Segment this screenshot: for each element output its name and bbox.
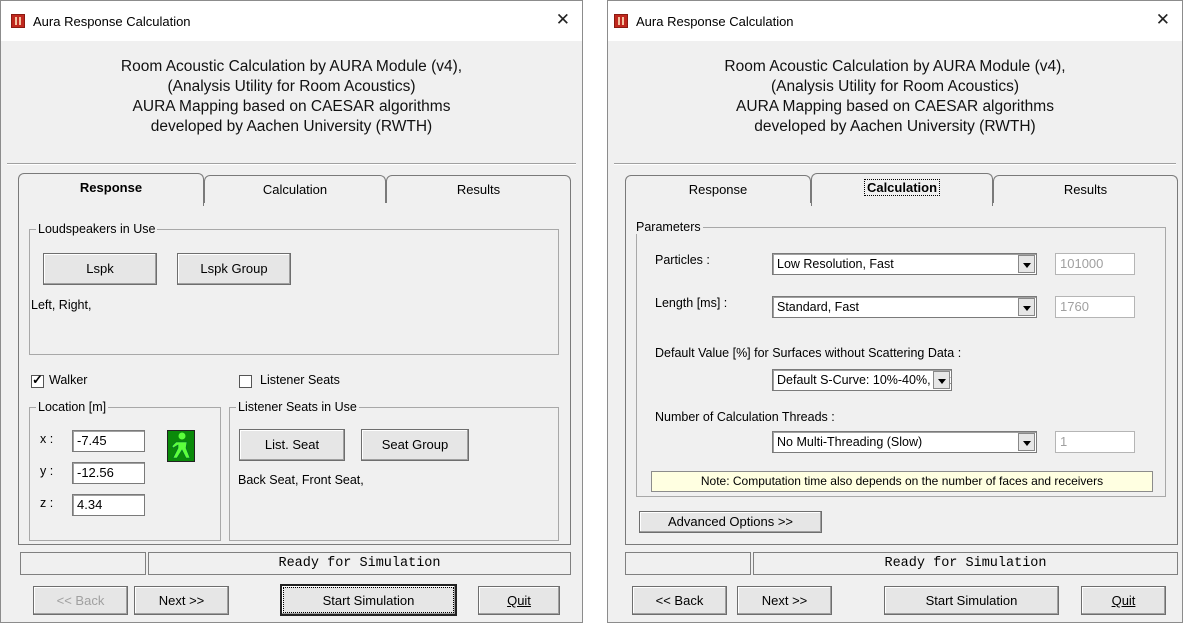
back-button[interactable]: << Back	[33, 586, 128, 615]
seat-group-button[interactable]: Seat Group	[361, 429, 469, 461]
walker-label: Walker	[49, 373, 88, 387]
status-box-left	[20, 552, 146, 575]
loudspeaker-list: Left, Right,	[31, 298, 92, 312]
dialog-left: Aura Response Calculation ✕ Room Acousti…	[0, 0, 583, 623]
length-select[interactable]: Standard, Fast	[772, 296, 1037, 318]
next-button[interactable]: Next >>	[134, 586, 229, 615]
divider	[614, 163, 1176, 165]
next-button[interactable]: Next >>	[737, 586, 832, 615]
scatter-label: Default Value [%] for Surfaces without S…	[655, 346, 962, 360]
start-simulation-button[interactable]: Start Simulation	[884, 586, 1059, 615]
particles-count: 101000	[1055, 253, 1135, 275]
tab-calculation-label: Calculation	[863, 179, 941, 196]
chevron-down-icon[interactable]	[933, 371, 950, 389]
y-label: y :	[40, 464, 54, 478]
threads-count: 1	[1055, 431, 1135, 453]
lspk-button[interactable]: Lspk	[43, 253, 157, 285]
walker-icon[interactable]	[167, 430, 195, 462]
status-text: Ready for Simulation	[278, 556, 441, 571]
location-group: Location [m] x : -7.45 y : -12.56 z : 4.…	[29, 400, 221, 541]
threads-select[interactable]: No Multi-Threading (Slow)	[772, 431, 1037, 453]
threads-value: No Multi-Threading (Slow)	[777, 435, 923, 449]
chevron-down-icon[interactable]	[1018, 255, 1035, 273]
x-label: x :	[40, 432, 54, 446]
window-title: Aura Response Calculation	[636, 14, 794, 29]
parameters-group: Parameters Particles : Low Resolution, F…	[634, 220, 1166, 497]
group-label: Location [m]	[36, 400, 109, 414]
lspk-group-button[interactable]: Lspk Group	[177, 253, 291, 285]
listener-seats-checkbox[interactable]	[239, 375, 252, 388]
advanced-options-label: Advanced Options >>	[667, 514, 794, 529]
group-label: Listener Seats in Use	[236, 400, 359, 414]
header-line: Room Acoustic Calculation by AURA Module…	[724, 58, 1066, 75]
title-bar: Aura Response Calculation ✕	[608, 1, 1182, 41]
particles-select[interactable]: Low Resolution, Fast	[772, 253, 1037, 275]
quit-button[interactable]: Quit	[478, 586, 560, 615]
scatter-select[interactable]: Default S-Curve: 10%-40%, 1 kHz Cross	[772, 369, 952, 391]
seat-list: Back Seat, Front Seat,	[238, 473, 364, 487]
header-line: (Analysis Utility for Room Acoustics)	[770, 78, 1020, 95]
tab-results[interactable]: Results	[386, 175, 571, 203]
title-bar: Aura Response Calculation ✕	[1, 1, 582, 41]
quit-label: Quit	[1111, 593, 1136, 608]
app-icon	[614, 14, 628, 28]
header-line: (Analysis Utility for Room Acoustics)	[167, 78, 416, 95]
quit-label: Quit	[507, 593, 531, 608]
chevron-down-icon[interactable]	[1018, 433, 1035, 451]
x-field[interactable]: -7.45	[72, 430, 145, 452]
tab-calculation[interactable]: Calculation	[811, 173, 993, 206]
walking-man-icon	[171, 432, 191, 459]
walker-checkbox[interactable]: ✓	[31, 372, 44, 388]
window-title: Aura Response Calculation	[33, 14, 191, 29]
particles-label: Particles :	[655, 253, 710, 267]
app-icon	[11, 14, 25, 28]
tab-results[interactable]: Results	[993, 175, 1178, 203]
start-simulation-button[interactable]: Start Simulation	[280, 584, 457, 616]
quit-button[interactable]: Quit	[1081, 586, 1166, 615]
listener-seats-group: Listener Seats in Use List. Seat Seat Gr…	[229, 400, 559, 541]
close-icon[interactable]: ✕	[556, 10, 570, 30]
back-button[interactable]: << Back	[632, 586, 727, 615]
dialog-right: Aura Response Calculation ✕ Room Acousti…	[607, 0, 1183, 623]
header-line: developed by Aachen University (RWTH)	[754, 118, 1036, 135]
tab-calculation[interactable]: Calculation	[204, 175, 386, 203]
group-label: Loudspeakers in Use	[36, 222, 158, 236]
group-label: Parameters	[634, 220, 703, 234]
length-value: Standard, Fast	[777, 300, 859, 314]
z-label: z :	[40, 496, 54, 510]
header-line: Room Acoustic Calculation by AURA Module…	[120, 58, 463, 75]
note-banner: Note: Computation time also depends on t…	[651, 471, 1153, 492]
tab-panel: Parameters Particles : Low Resolution, F…	[625, 202, 1178, 545]
y-field[interactable]: -12.56	[72, 462, 145, 484]
loudspeakers-group: Loudspeakers in Use Lspk Lspk Group Left…	[29, 222, 559, 355]
tab-panel: Loudspeakers in Use Lspk Lspk Group Left…	[18, 202, 571, 545]
scatter-value: Default S-Curve: 10%-40%, 1 kHz Cross	[777, 373, 951, 387]
particles-value: Low Resolution, Fast	[777, 257, 894, 271]
tab-response[interactable]: Response	[625, 175, 811, 203]
header-line: AURA Mapping based on CAESAR algorithms	[736, 98, 1054, 115]
status-text: Ready for Simulation	[884, 556, 1047, 571]
tab-response[interactable]: Response	[18, 173, 204, 206]
chevron-down-icon[interactable]	[1018, 298, 1035, 316]
advanced-options-button[interactable]: Advanced Options >>	[639, 511, 822, 533]
divider	[7, 163, 576, 165]
list-seat-button[interactable]: List. Seat	[239, 429, 345, 461]
length-count: 1760	[1055, 296, 1135, 318]
header-line: developed by Aachen University (RWTH)	[150, 118, 433, 135]
check-icon: ✓	[32, 372, 43, 387]
close-icon[interactable]: ✕	[1156, 10, 1170, 30]
threads-label: Number of Calculation Threads :	[655, 410, 835, 424]
header-text: Room Acoustic Calculation by AURA Module…	[1, 57, 582, 137]
header-text: Room Acoustic Calculation by AURA Module…	[608, 57, 1182, 137]
length-label: Length [ms] :	[655, 296, 728, 310]
header-line: AURA Mapping based on CAESAR algorithms	[132, 98, 451, 115]
status-box-left	[625, 552, 751, 575]
z-field[interactable]: 4.34	[72, 494, 145, 516]
listener-seats-label: Listener Seats	[260, 373, 340, 387]
